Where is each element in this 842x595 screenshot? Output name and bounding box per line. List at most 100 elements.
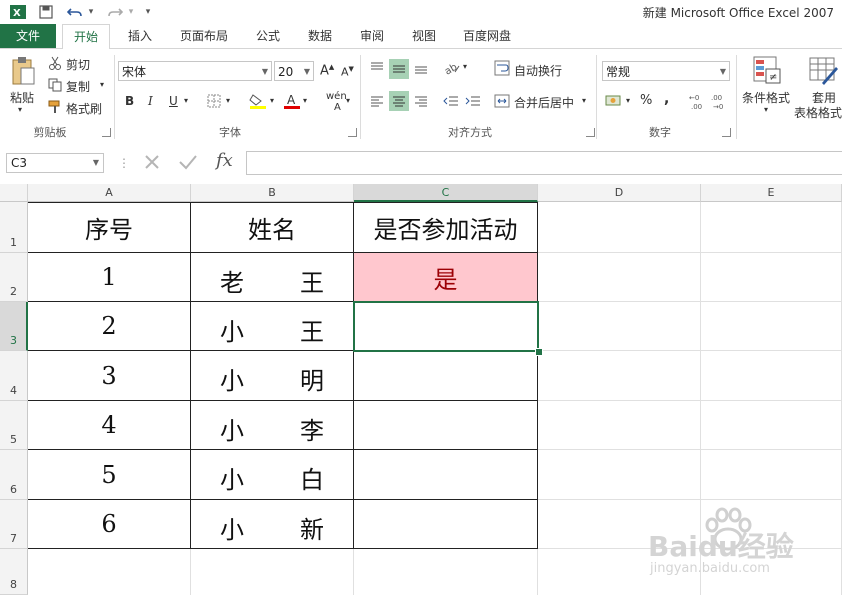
phonetic-dropdown-icon[interactable]: ▾	[346, 96, 350, 105]
row-header-8[interactable]: 8	[0, 549, 28, 595]
tab-page-layout[interactable]: 页面布局	[172, 24, 236, 48]
cell-b5-surname[interactable]: 小	[220, 411, 244, 446]
cell-b2-given[interactable]: 王	[300, 263, 324, 298]
number-launcher-icon[interactable]	[722, 128, 731, 137]
number-format-select[interactable]: 常规 ▼	[602, 61, 730, 81]
cell-b4-surname[interactable]: 小	[220, 361, 244, 396]
font-color-icon[interactable]: A	[283, 92, 301, 110]
borders-dropdown-icon[interactable]: ▾	[226, 96, 230, 105]
cell-b3-given[interactable]: 王	[300, 312, 324, 347]
column-header-a[interactable]: A	[28, 184, 191, 202]
row-header-5[interactable]: 5	[0, 401, 28, 450]
header-cell-name[interactable]: 姓名	[191, 203, 353, 252]
align-center-icon[interactable]	[389, 91, 409, 111]
active-cell-c3[interactable]	[353, 301, 539, 352]
column-header-c[interactable]: C	[354, 184, 538, 202]
accounting-dropdown-icon[interactable]: ▾	[626, 96, 630, 105]
accounting-format-icon[interactable]	[604, 92, 624, 110]
header-cell-number[interactable]: 序号	[28, 203, 190, 252]
tab-file[interactable]: 文件	[0, 24, 56, 48]
tab-insert[interactable]: 插入	[118, 24, 162, 48]
fill-handle[interactable]	[535, 348, 543, 356]
align-bottom-icon[interactable]	[412, 59, 430, 77]
merge-center-icon[interactable]	[494, 93, 510, 109]
cell-a4[interactable]: 3	[28, 351, 190, 400]
phonetic-button[interactable]: wén	[326, 91, 347, 102]
row-header-3[interactable]: 3	[0, 302, 28, 351]
undo-dropdown-icon[interactable]: ▾	[86, 3, 96, 21]
column-header-d[interactable]: D	[538, 184, 701, 202]
formula-input[interactable]	[246, 151, 842, 175]
cell-b6-surname[interactable]: 小	[220, 460, 244, 495]
increase-indent-icon[interactable]	[464, 92, 482, 110]
cut-button[interactable]: 剪切	[66, 56, 90, 73]
format-painter-icon[interactable]	[48, 100, 62, 114]
grow-font-button[interactable]: A▲	[320, 63, 334, 78]
select-all-corner[interactable]	[0, 184, 28, 202]
row-header-7[interactable]: 7	[0, 500, 28, 549]
undo-icon[interactable]	[64, 3, 86, 21]
tab-home[interactable]: 开始	[62, 24, 110, 50]
italic-button[interactable]: I	[148, 94, 153, 108]
wrap-text-button[interactable]: 自动换行	[514, 62, 562, 79]
cell-b4-given[interactable]: 明	[300, 361, 324, 396]
row-header-2[interactable]: 2	[0, 253, 28, 302]
scissors-icon[interactable]	[48, 56, 62, 70]
cell-c4[interactable]	[354, 351, 537, 400]
tab-review[interactable]: 审阅	[350, 24, 394, 48]
customize-qat-icon[interactable]: ▾	[142, 3, 154, 21]
column-header-e[interactable]: E	[701, 184, 842, 202]
font-launcher-icon[interactable]	[348, 128, 357, 137]
redo-icon[interactable]	[104, 3, 126, 21]
font-family-select[interactable]: 宋体 ▼	[118, 61, 272, 81]
underline-button[interactable]: U	[169, 94, 178, 108]
alignment-launcher-icon[interactable]	[586, 128, 595, 137]
format-as-table-button-line2[interactable]: 表格格式	[794, 104, 842, 121]
tab-data[interactable]: 数据	[298, 24, 342, 48]
tab-view[interactable]: 视图	[402, 24, 446, 48]
shrink-font-button[interactable]: A▼	[341, 65, 354, 79]
merge-dropdown-icon[interactable]: ▾	[582, 96, 586, 105]
copy-dropdown-icon[interactable]: ▾	[100, 80, 104, 89]
align-left-icon[interactable]	[368, 92, 386, 110]
row-header-4[interactable]: 4	[0, 351, 28, 401]
format-painter-button[interactable]: 格式刷	[66, 100, 102, 117]
row-header-6[interactable]: 6	[0, 450, 28, 500]
font-size-select[interactable]: 20 ▼	[274, 61, 314, 81]
comma-button[interactable]: ,	[664, 91, 669, 107]
conditional-formatting-button[interactable]: 条件格式	[742, 89, 790, 106]
decrease-decimal-icon[interactable]: .00 →0	[710, 91, 730, 111]
column-header-b[interactable]: B	[191, 184, 354, 202]
align-middle-icon[interactable]	[389, 59, 409, 79]
cell-a6[interactable]: 5	[28, 450, 190, 499]
cell-c2-value[interactable]: 是	[354, 253, 537, 301]
name-box[interactable]: C3 ▼	[6, 153, 104, 173]
bold-button[interactable]: B	[125, 94, 134, 108]
cell-b5-given[interactable]: 李	[300, 411, 324, 446]
paste-icon[interactable]	[8, 55, 38, 87]
align-top-icon[interactable]	[368, 59, 386, 77]
copy-icon[interactable]	[48, 78, 62, 92]
percent-button[interactable]: %	[640, 93, 652, 108]
fill-color-icon[interactable]	[248, 92, 268, 110]
cell-a5[interactable]: 4	[28, 401, 190, 449]
increase-decimal-icon[interactable]: ←0.00	[688, 91, 708, 111]
cell-b2-surname[interactable]: 老	[220, 263, 244, 298]
align-right-icon[interactable]	[412, 92, 430, 110]
paste-button[interactable]: 粘贴	[10, 89, 34, 106]
format-as-table-icon[interactable]	[808, 55, 838, 85]
insert-function-icon[interactable]: fx	[216, 150, 233, 171]
cell-b3-surname[interactable]: 小	[220, 312, 244, 347]
save-icon[interactable]	[36, 3, 56, 21]
conditional-dropdown-icon[interactable]: ▾	[764, 105, 768, 114]
cell-a2[interactable]: 1	[28, 253, 190, 301]
cancel-icon[interactable]	[143, 153, 161, 174]
cell-a7[interactable]: 6	[28, 500, 190, 548]
orientation-dropdown-icon[interactable]: ▾	[463, 62, 467, 71]
conditional-formatting-icon[interactable]: ≠	[752, 55, 782, 85]
enter-check-icon[interactable]	[178, 153, 198, 174]
borders-icon[interactable]	[206, 94, 222, 108]
clipboard-launcher-icon[interactable]	[102, 128, 111, 137]
underline-dropdown-icon[interactable]: ▾	[184, 96, 188, 105]
fill-color-dropdown-icon[interactable]: ▾	[270, 96, 274, 105]
